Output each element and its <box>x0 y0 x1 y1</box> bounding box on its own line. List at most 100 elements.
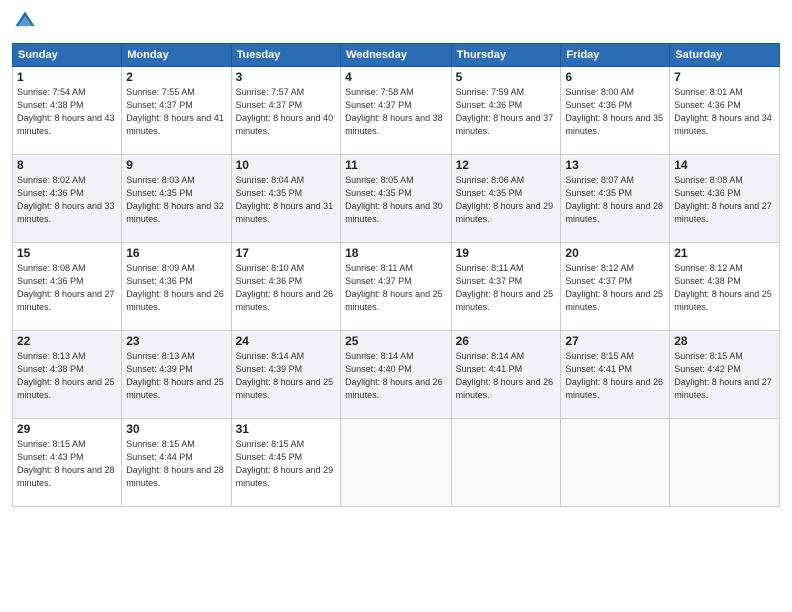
calendar-day-cell: 15 Sunrise: 8:08 AM Sunset: 4:36 PM Dayl… <box>13 243 122 331</box>
weekday-header-cell: Sunday <box>13 44 122 67</box>
day-number: 12 <box>456 158 557 172</box>
day-info: Sunrise: 8:08 AM Sunset: 4:36 PM Dayligh… <box>674 174 775 226</box>
day-number: 24 <box>236 334 336 348</box>
calendar-week-row: 29 Sunrise: 8:15 AM Sunset: 4:43 PM Dayl… <box>13 419 780 507</box>
calendar-day-cell: 14 Sunrise: 8:08 AM Sunset: 4:36 PM Dayl… <box>670 155 780 243</box>
calendar-day-cell: 2 Sunrise: 7:55 AM Sunset: 4:37 PM Dayli… <box>122 67 231 155</box>
calendar-day-cell: 4 Sunrise: 7:58 AM Sunset: 4:37 PM Dayli… <box>341 67 452 155</box>
day-number: 11 <box>345 158 447 172</box>
calendar-day-cell: 22 Sunrise: 8:13 AM Sunset: 4:38 PM Dayl… <box>13 331 122 419</box>
calendar-day-cell: 16 Sunrise: 8:09 AM Sunset: 4:36 PM Dayl… <box>122 243 231 331</box>
day-info: Sunrise: 8:05 AM Sunset: 4:35 PM Dayligh… <box>345 174 447 226</box>
weekday-header-cell: Monday <box>122 44 231 67</box>
day-number: 29 <box>17 422 117 436</box>
calendar-day-cell: 26 Sunrise: 8:14 AM Sunset: 4:41 PM Dayl… <box>451 331 561 419</box>
calendar-day-cell: 12 Sunrise: 8:06 AM Sunset: 4:35 PM Dayl… <box>451 155 561 243</box>
day-info: Sunrise: 8:02 AM Sunset: 4:36 PM Dayligh… <box>17 174 117 226</box>
day-number: 14 <box>674 158 775 172</box>
day-info: Sunrise: 8:08 AM Sunset: 4:36 PM Dayligh… <box>17 262 117 314</box>
day-info: Sunrise: 8:14 AM Sunset: 4:41 PM Dayligh… <box>456 350 557 402</box>
day-number: 1 <box>17 70 117 84</box>
day-number: 13 <box>565 158 665 172</box>
day-info: Sunrise: 8:12 AM Sunset: 4:37 PM Dayligh… <box>565 262 665 314</box>
day-info: Sunrise: 8:00 AM Sunset: 4:36 PM Dayligh… <box>565 86 665 138</box>
day-info: Sunrise: 8:09 AM Sunset: 4:36 PM Dayligh… <box>126 262 226 314</box>
day-number: 15 <box>17 246 117 260</box>
day-info: Sunrise: 8:03 AM Sunset: 4:35 PM Dayligh… <box>126 174 226 226</box>
day-info: Sunrise: 8:01 AM Sunset: 4:36 PM Dayligh… <box>674 86 775 138</box>
calendar-body: 1 Sunrise: 7:54 AM Sunset: 4:38 PM Dayli… <box>13 67 780 507</box>
calendar-day-cell: 25 Sunrise: 8:14 AM Sunset: 4:40 PM Dayl… <box>341 331 452 419</box>
weekday-header-cell: Wednesday <box>341 44 452 67</box>
day-info: Sunrise: 8:13 AM Sunset: 4:38 PM Dayligh… <box>17 350 117 402</box>
weekday-header-cell: Friday <box>561 44 670 67</box>
calendar-day-cell <box>451 419 561 507</box>
day-info: Sunrise: 8:15 AM Sunset: 4:42 PM Dayligh… <box>674 350 775 402</box>
main-container: SundayMondayTuesdayWednesdayThursdayFrid… <box>0 0 792 612</box>
day-info: Sunrise: 8:14 AM Sunset: 4:39 PM Dayligh… <box>236 350 336 402</box>
calendar-day-cell: 20 Sunrise: 8:12 AM Sunset: 4:37 PM Dayl… <box>561 243 670 331</box>
calendar-day-cell: 6 Sunrise: 8:00 AM Sunset: 4:36 PM Dayli… <box>561 67 670 155</box>
day-info: Sunrise: 8:15 AM Sunset: 4:45 PM Dayligh… <box>236 438 336 490</box>
calendar-table: SundayMondayTuesdayWednesdayThursdayFrid… <box>12 43 780 507</box>
calendar-day-cell: 8 Sunrise: 8:02 AM Sunset: 4:36 PM Dayli… <box>13 155 122 243</box>
calendar-day-cell: 23 Sunrise: 8:13 AM Sunset: 4:39 PM Dayl… <box>122 331 231 419</box>
day-number: 5 <box>456 70 557 84</box>
calendar-day-cell: 7 Sunrise: 8:01 AM Sunset: 4:36 PM Dayli… <box>670 67 780 155</box>
calendar-day-cell: 3 Sunrise: 7:57 AM Sunset: 4:37 PM Dayli… <box>231 67 340 155</box>
day-info: Sunrise: 8:11 AM Sunset: 4:37 PM Dayligh… <box>456 262 557 314</box>
day-info: Sunrise: 7:59 AM Sunset: 4:36 PM Dayligh… <box>456 86 557 138</box>
day-number: 16 <box>126 246 226 260</box>
day-number: 19 <box>456 246 557 260</box>
calendar-day-cell: 9 Sunrise: 8:03 AM Sunset: 4:35 PM Dayli… <box>122 155 231 243</box>
calendar-day-cell: 18 Sunrise: 8:11 AM Sunset: 4:37 PM Dayl… <box>341 243 452 331</box>
calendar-week-row: 1 Sunrise: 7:54 AM Sunset: 4:38 PM Dayli… <box>13 67 780 155</box>
calendar-week-row: 22 Sunrise: 8:13 AM Sunset: 4:38 PM Dayl… <box>13 331 780 419</box>
day-info: Sunrise: 8:15 AM Sunset: 4:41 PM Dayligh… <box>565 350 665 402</box>
day-info: Sunrise: 8:06 AM Sunset: 4:35 PM Dayligh… <box>456 174 557 226</box>
day-info: Sunrise: 8:14 AM Sunset: 4:40 PM Dayligh… <box>345 350 447 402</box>
calendar-week-row: 15 Sunrise: 8:08 AM Sunset: 4:36 PM Dayl… <box>13 243 780 331</box>
day-info: Sunrise: 8:07 AM Sunset: 4:35 PM Dayligh… <box>565 174 665 226</box>
day-number: 18 <box>345 246 447 260</box>
day-info: Sunrise: 7:58 AM Sunset: 4:37 PM Dayligh… <box>345 86 447 138</box>
calendar-day-cell <box>341 419 452 507</box>
day-info: Sunrise: 8:15 AM Sunset: 4:44 PM Dayligh… <box>126 438 226 490</box>
calendar-day-cell: 30 Sunrise: 8:15 AM Sunset: 4:44 PM Dayl… <box>122 419 231 507</box>
calendar-day-cell: 28 Sunrise: 8:15 AM Sunset: 4:42 PM Dayl… <box>670 331 780 419</box>
day-info: Sunrise: 7:55 AM Sunset: 4:37 PM Dayligh… <box>126 86 226 138</box>
calendar-day-cell: 17 Sunrise: 8:10 AM Sunset: 4:36 PM Dayl… <box>231 243 340 331</box>
day-info: Sunrise: 8:04 AM Sunset: 4:35 PM Dayligh… <box>236 174 336 226</box>
day-number: 21 <box>674 246 775 260</box>
day-number: 31 <box>236 422 336 436</box>
day-number: 30 <box>126 422 226 436</box>
day-number: 28 <box>674 334 775 348</box>
day-number: 8 <box>17 158 117 172</box>
calendar-week-row: 8 Sunrise: 8:02 AM Sunset: 4:36 PM Dayli… <box>13 155 780 243</box>
weekday-header-cell: Tuesday <box>231 44 340 67</box>
calendar-day-cell: 29 Sunrise: 8:15 AM Sunset: 4:43 PM Dayl… <box>13 419 122 507</box>
calendar-day-cell: 5 Sunrise: 7:59 AM Sunset: 4:36 PM Dayli… <box>451 67 561 155</box>
day-number: 2 <box>126 70 226 84</box>
calendar-day-cell: 19 Sunrise: 8:11 AM Sunset: 4:37 PM Dayl… <box>451 243 561 331</box>
day-number: 6 <box>565 70 665 84</box>
day-number: 20 <box>565 246 665 260</box>
day-number: 4 <box>345 70 447 84</box>
calendar-day-cell: 13 Sunrise: 8:07 AM Sunset: 4:35 PM Dayl… <box>561 155 670 243</box>
day-info: Sunrise: 8:15 AM Sunset: 4:43 PM Dayligh… <box>17 438 117 490</box>
weekday-header-cell: Thursday <box>451 44 561 67</box>
day-info: Sunrise: 7:57 AM Sunset: 4:37 PM Dayligh… <box>236 86 336 138</box>
day-info: Sunrise: 7:54 AM Sunset: 4:38 PM Dayligh… <box>17 86 117 138</box>
weekday-header-row: SundayMondayTuesdayWednesdayThursdayFrid… <box>13 44 780 67</box>
day-number: 7 <box>674 70 775 84</box>
day-info: Sunrise: 8:11 AM Sunset: 4:37 PM Dayligh… <box>345 262 447 314</box>
logo <box>12 10 36 37</box>
calendar-day-cell: 11 Sunrise: 8:05 AM Sunset: 4:35 PM Dayl… <box>341 155 452 243</box>
calendar-day-cell <box>561 419 670 507</box>
calendar-day-cell: 10 Sunrise: 8:04 AM Sunset: 4:35 PM Dayl… <box>231 155 340 243</box>
day-number: 10 <box>236 158 336 172</box>
day-number: 23 <box>126 334 226 348</box>
weekday-header-cell: Saturday <box>670 44 780 67</box>
calendar-day-cell: 1 Sunrise: 7:54 AM Sunset: 4:38 PM Dayli… <box>13 67 122 155</box>
calendar-day-cell: 21 Sunrise: 8:12 AM Sunset: 4:38 PM Dayl… <box>670 243 780 331</box>
